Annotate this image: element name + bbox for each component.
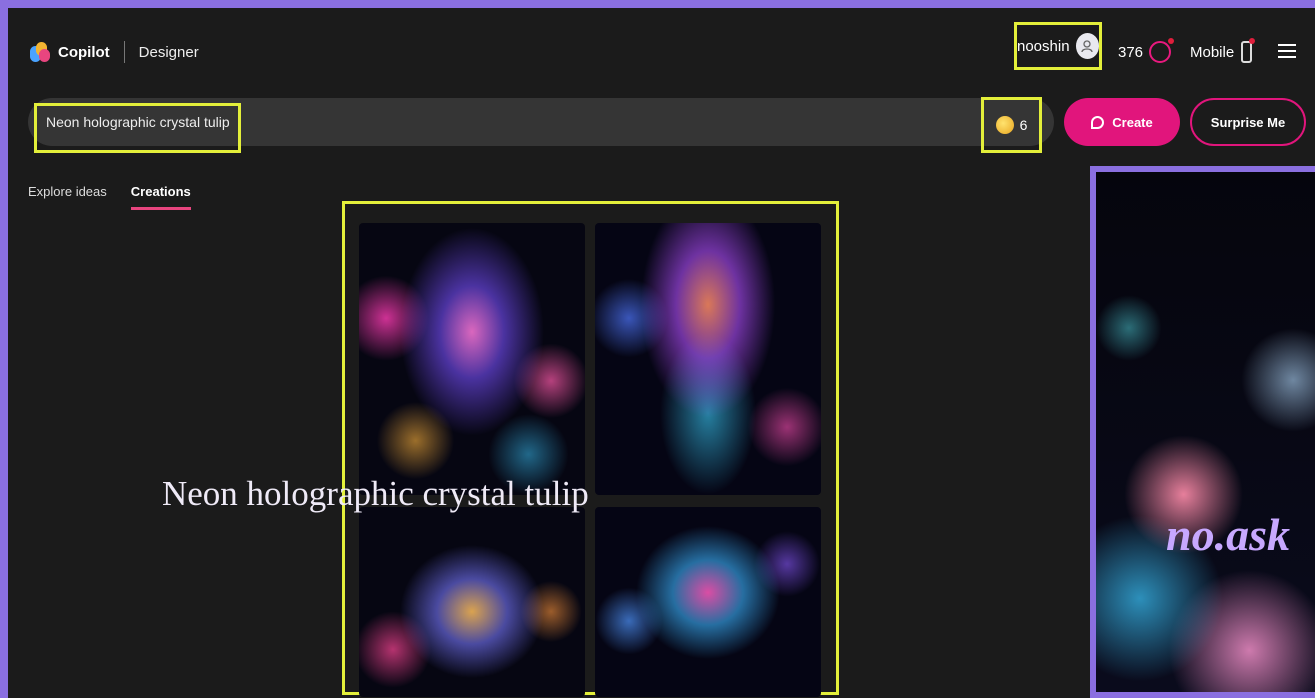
watermark-text: no.ask — [1166, 509, 1290, 560]
username: nooshin — [1017, 37, 1070, 55]
brand-divider — [123, 41, 125, 63]
boost-coin-icon — [995, 116, 1014, 134]
trophy-icon — [1149, 38, 1175, 63]
rewards-count: 376 — [1118, 43, 1144, 61]
view-tabs: Explore ideas Creations — [28, 184, 191, 210]
create-label: Create — [1112, 114, 1153, 130]
hamburger-menu-icon[interactable] — [1278, 44, 1296, 58]
create-icon — [1091, 115, 1105, 129]
surprise-me-button[interactable]: Surprise Me — [1190, 98, 1306, 146]
rewards-button[interactable]: 376 — [1118, 38, 1175, 63]
brand[interactable]: Copilot Designer — [30, 41, 199, 63]
user-profile-button[interactable]: nooshin — [1014, 22, 1102, 70]
preview-image: no.ask — [1090, 166, 1315, 698]
avatar-icon — [1075, 33, 1099, 59]
product-name: Designer — [138, 43, 199, 61]
mobile-label: Mobile — [1190, 43, 1235, 61]
tab-explore-ideas[interactable]: Explore ideas — [28, 184, 107, 210]
creation-image-2[interactable] — [595, 223, 821, 495]
prompt-input[interactable]: Neon holographic crystal tulip — [46, 114, 230, 130]
boost-counter[interactable]: 6 — [981, 97, 1042, 153]
boost-count: 6 — [1019, 117, 1028, 133]
designer-app: Copilot Designer nooshin 376 Mobile Neon… — [8, 8, 1315, 698]
surprise-label: Surprise Me — [1210, 114, 1286, 130]
mobile-button[interactable]: Mobile — [1190, 38, 1256, 63]
creation-image-1[interactable] — [359, 223, 585, 495]
copilot-logo-icon — [30, 42, 50, 62]
overlay-caption: Neon holographic crystal tulip — [162, 474, 589, 513]
phone-icon — [1241, 38, 1256, 63]
creation-image-3[interactable] — [359, 507, 585, 697]
creation-image-4[interactable] — [595, 507, 821, 697]
brand-name: Copilot — [58, 43, 110, 61]
tab-creations[interactable]: Creations — [130, 184, 191, 210]
create-button[interactable]: Create — [1064, 98, 1180, 146]
